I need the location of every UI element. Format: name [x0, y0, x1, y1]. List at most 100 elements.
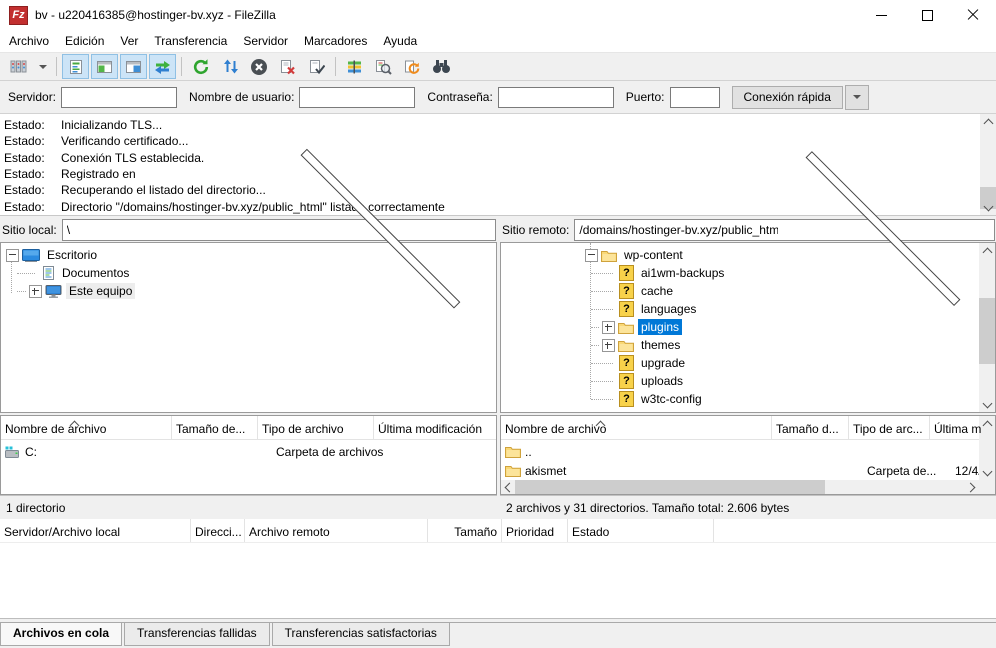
column-header-local-file[interactable]: Servidor/Archivo local: [0, 519, 191, 542]
tree-item-label: w3tc-config: [638, 391, 705, 407]
column-header-remote-file[interactable]: Archivo remoto: [245, 519, 428, 542]
cancel-button[interactable]: [245, 54, 272, 79]
quickconnect-dropdown-button[interactable]: [845, 85, 869, 110]
scroll-up-arrow[interactable]: [980, 114, 996, 129]
remote-tree-scrollbar[interactable]: [979, 243, 995, 412]
column-header-modified[interactable]: Última modificación: [374, 416, 497, 439]
file-row-c-drive[interactable]: C: Carpeta de archivos: [1, 442, 496, 461]
scroll-left-arrow[interactable]: [501, 480, 515, 494]
tree-connector: [591, 309, 613, 310]
column-header-size[interactable]: Tamaño d...: [772, 416, 849, 439]
scroll-thumb[interactable]: [979, 298, 995, 364]
tree-item-ai1wm-backups[interactable]: ? ai1wm-backups: [501, 264, 979, 282]
column-header-status[interactable]: Estado: [568, 519, 714, 542]
scroll-track[interactable]: [980, 129, 996, 200]
column-header-modified[interactable]: Última m: [930, 416, 986, 439]
scroll-down-arrow[interactable]: [979, 465, 995, 480]
close-button[interactable]: [950, 0, 996, 30]
menu-servidor[interactable]: Servidor: [235, 31, 296, 51]
synchronized-browsing-icon: [404, 59, 421, 75]
filter-button[interactable]: [341, 54, 368, 79]
toggle-remote-tree-button[interactable]: [120, 54, 147, 79]
tree-item-cache[interactable]: ? cache: [501, 282, 979, 300]
tab-transferencias-satisfactorias[interactable]: Transferencias satisfactorias: [272, 623, 450, 646]
tree-item-wp-content[interactable]: wp-content: [501, 246, 979, 264]
column-header-name[interactable]: Nombre de archivo: [1, 416, 172, 439]
toolbar-separator: [335, 57, 336, 76]
menu-transferencia[interactable]: Transferencia: [146, 31, 235, 51]
tree-item-label: upgrade: [638, 355, 688, 371]
refresh-button[interactable]: [187, 54, 214, 79]
remote-file-list-main: Nombre de archivo Tamaño d... Tipo de ar…: [501, 416, 979, 494]
menu-edicion[interactable]: Edición: [57, 31, 112, 51]
quickconnect-button[interactable]: Conexión rápida: [732, 86, 843, 109]
window-title: bv - u220416385@hostinger-bv.xyz - FileZ…: [35, 8, 858, 22]
tab-transferencias-fallidas[interactable]: Transferencias fallidas: [124, 623, 270, 646]
tab-archivos-en-cola[interactable]: Archivos en cola: [0, 623, 122, 646]
scroll-track[interactable]: [979, 431, 995, 465]
column-header-name[interactable]: Nombre de archivo: [501, 416, 772, 439]
process-queue-button[interactable]: [216, 54, 243, 79]
file-row-parent-dir[interactable]: ..: [501, 442, 979, 461]
expand-expander[interactable]: [29, 285, 42, 298]
tree-item-uploads[interactable]: ? uploads: [501, 372, 979, 390]
server-input[interactable]: [61, 87, 177, 108]
log-status-prefix: Estado:: [2, 200, 61, 214]
remote-list-horizontal-scrollbar[interactable]: [501, 480, 979, 494]
tree-item-languages[interactable]: ? languages: [501, 300, 979, 318]
column-header-type[interactable]: Tipo de archivo: [258, 416, 374, 439]
scroll-down-arrow[interactable]: [979, 397, 995, 412]
find-button[interactable]: [428, 54, 455, 79]
log-scrollbar[interactable]: [980, 114, 996, 215]
expand-expander[interactable]: [602, 321, 615, 334]
toggle-log-view-button[interactable]: [62, 54, 89, 79]
port-input[interactable]: [670, 87, 720, 108]
username-input[interactable]: [299, 87, 415, 108]
column-header-size[interactable]: Tamaño de...: [172, 416, 258, 439]
remote-path-combobox[interactable]: /domains/hostinger-bv.xyz/public_html/wp…: [574, 219, 995, 241]
column-header-direction[interactable]: Direcci...: [191, 519, 245, 542]
site-manager-dropdown-button[interactable]: [34, 54, 51, 79]
menu-archivo[interactable]: Archivo: [1, 31, 57, 51]
scroll-thumb[interactable]: [515, 480, 825, 494]
disconnect-button[interactable]: [274, 54, 301, 79]
tree-item-w3tc-config[interactable]: ? w3tc-config: [501, 390, 979, 408]
file-row-akismet[interactable]: akismet Carpeta de... 12/4/202: [501, 461, 979, 480]
minimize-button[interactable]: [858, 0, 904, 30]
menu-ayuda[interactable]: Ayuda: [375, 31, 425, 51]
file-name: akismet: [525, 464, 566, 478]
column-header-size[interactable]: Tamaño: [428, 519, 502, 542]
menu-ver[interactable]: Ver: [112, 31, 146, 51]
synchronized-browsing-button[interactable]: [399, 54, 426, 79]
scroll-track[interactable]: [979, 258, 995, 397]
site-manager-button[interactable]: [5, 54, 32, 79]
queue-body: [0, 543, 996, 618]
local-tree-content: Escritorio Documentos: [1, 243, 496, 412]
compare-button[interactable]: [370, 54, 397, 79]
tree-item-plugins[interactable]: plugins: [501, 318, 979, 336]
column-header-priority[interactable]: Prioridad: [502, 519, 568, 542]
remote-pane: Sitio remoto: /domains/hostinger-bv.xyz/…: [500, 218, 996, 515]
toggle-local-tree-button[interactable]: [91, 54, 118, 79]
tree-item-escritorio[interactable]: Escritorio: [1, 246, 496, 264]
tree-item-documentos[interactable]: Documentos: [1, 264, 496, 282]
tree-item-upgrade[interactable]: ? upgrade: [501, 354, 979, 372]
tree-item-themes[interactable]: themes: [501, 336, 979, 354]
tree-item-este-equipo[interactable]: Este equipo: [1, 282, 496, 300]
toggle-queue-button[interactable]: [149, 54, 176, 79]
collapse-expander[interactable]: [6, 249, 19, 262]
local-path-combobox[interactable]: \: [62, 219, 496, 241]
scroll-right-arrow[interactable]: [965, 480, 979, 494]
scroll-up-arrow[interactable]: [979, 243, 995, 258]
reconnect-button[interactable]: [303, 54, 330, 79]
expand-expander[interactable]: [602, 339, 615, 352]
folder-icon: [618, 321, 634, 334]
password-input[interactable]: [498, 87, 614, 108]
message-log: Estado:Inicializando TLS... Estado:Verif…: [0, 114, 996, 216]
maximize-icon: [922, 10, 933, 21]
maximize-button[interactable]: [904, 0, 950, 30]
menu-marcadores[interactable]: Marcadores: [296, 31, 375, 51]
collapse-expander[interactable]: [585, 249, 598, 262]
column-header-type[interactable]: Tipo de arc...: [849, 416, 930, 439]
tree-item-label: Escritorio: [44, 247, 100, 263]
